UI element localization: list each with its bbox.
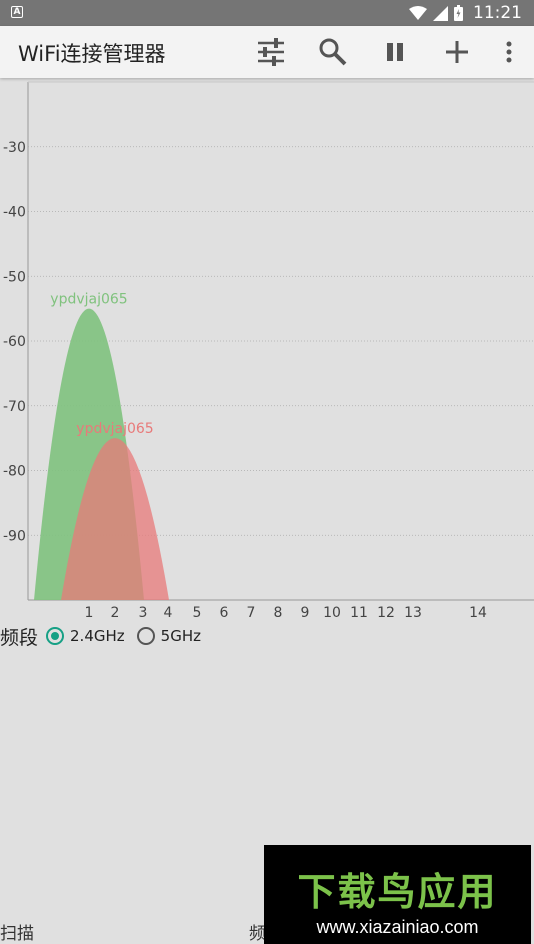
- y-tick-label: -90: [3, 528, 26, 544]
- band-selector: 频段 2.4GHz 5GHz: [0, 622, 209, 650]
- app-bar: WiFi连接管理器: [0, 26, 534, 78]
- x-tick-label: 8: [274, 605, 283, 618]
- band-2-4ghz-radio[interactable]: [46, 627, 65, 645]
- band-5ghz-radio[interactable]: [136, 627, 155, 645]
- x-tick-label: 12: [377, 605, 395, 618]
- x-tick-label: 13: [404, 605, 422, 618]
- add-icon[interactable]: [442, 37, 472, 67]
- band-label: 频段: [0, 626, 39, 649]
- signal-curve-label: ypdvjaj065: [76, 421, 153, 437]
- x-tick-label: 7: [247, 605, 256, 618]
- search-icon[interactable]: [318, 37, 348, 67]
- channel-graph: -30 -40 -50 -60 -70 -80 -90 1 2 3 4 5 6 7 8 9 10 11 12 13 14…: [0, 78, 534, 621]
- status-time: 11:21: [473, 3, 522, 23]
- battery-icon: [454, 5, 463, 21]
- status-icons: 11:21: [409, 0, 522, 26]
- y-tick-label: -30: [3, 140, 26, 156]
- watermark-brand: 下载鸟应用: [297, 870, 498, 914]
- watermark: 下载鸟应用 www.xiazainiao.com: [264, 845, 531, 944]
- band-5ghz-label[interactable]: 5GHz: [161, 627, 201, 645]
- x-tick-label: 10: [323, 605, 341, 618]
- x-tick-label: 14: [469, 605, 487, 618]
- app-title: WiFi连接管理器: [18, 42, 166, 66]
- y-tick-label: -60: [3, 334, 26, 350]
- wifi-signal-icon: [409, 6, 427, 20]
- y-tick-label: -70: [3, 399, 26, 415]
- pause-icon[interactable]: [380, 37, 410, 67]
- channel-graph-svg: -30-40-50-60-70-80-901 2 3 4 5 6 7 8 9 10 11 12 13 14…: [3, 81, 534, 621]
- y-tick-label: -50: [3, 269, 26, 285]
- x-tick-label: 5: [193, 605, 202, 618]
- band-2-4ghz-label[interactable]: 2.4GHz: [70, 627, 125, 645]
- status-bar: A 11:21: [0, 0, 534, 26]
- x-tick-label: 1: [85, 605, 94, 618]
- y-tick-label: -40: [3, 205, 26, 221]
- x-tick-label: 2: [111, 605, 120, 618]
- signal-curve-label: ypdvjaj065: [50, 292, 127, 308]
- cell-signal-icon: [433, 5, 448, 21]
- x-tick-label: 9: [301, 605, 310, 618]
- x-tick-label: 3: [139, 605, 148, 618]
- filter-icon[interactable]: [256, 37, 286, 67]
- nav-scan-tab[interactable]: 扫描: [0, 919, 34, 944]
- overflow-menu-icon[interactable]: [494, 37, 524, 67]
- y-tick-label: -80: [3, 464, 26, 480]
- x-tick-label: 4: [164, 605, 173, 618]
- x-tick-label: 11: [350, 605, 368, 618]
- x-tick-label: 6: [220, 605, 229, 618]
- notification-app-icon: A: [11, 6, 23, 18]
- watermark-url: www.xiazainiao.com: [316, 917, 479, 937]
